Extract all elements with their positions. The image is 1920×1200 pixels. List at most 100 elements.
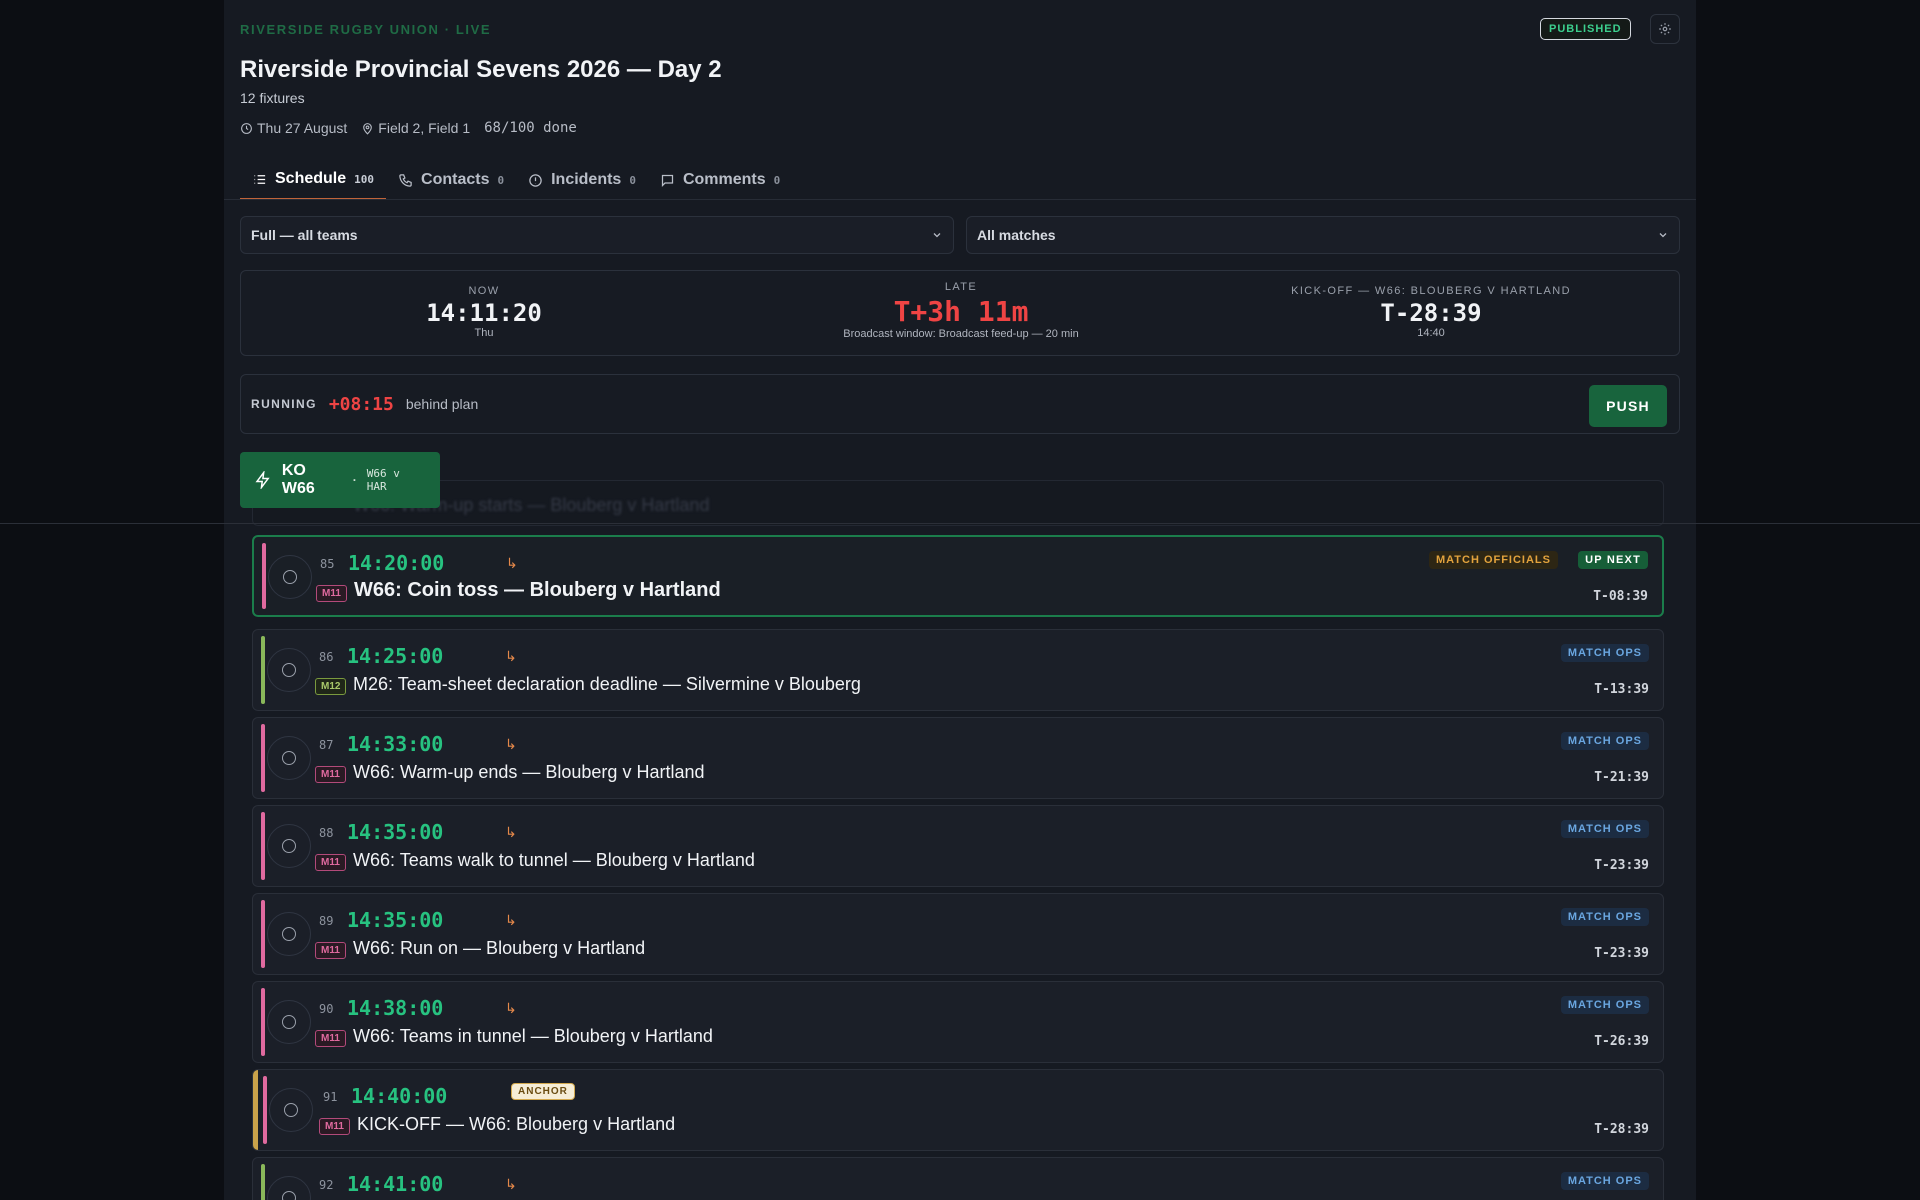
circle-icon: [282, 1191, 296, 1200]
row-label: KICK-OFF — W66: Blouberg v Hartland: [357, 1114, 676, 1134]
anchor-edge: [253, 1070, 258, 1150]
category-badge: MATCH OPS: [1560, 996, 1649, 1014]
row-number: 86: [319, 650, 334, 664]
late-value: T+3h 11m: [893, 295, 1029, 328]
schedule-row[interactable]: 85 14:20:00 ↳ M11 W66: Coin toss — Bloub…: [252, 535, 1664, 617]
tab-count: 0: [773, 173, 781, 187]
kickoff-shortcut-sub: W66 v HAR: [366, 467, 400, 493]
row-number: 88: [319, 826, 334, 840]
settings-button[interactable]: [1650, 14, 1680, 44]
kickoff-shortcut-label: KO W66: [281, 462, 315, 497]
tab-contacts[interactable]: Contacts 0: [386, 160, 516, 200]
complete-toggle[interactable]: [267, 1000, 311, 1044]
row-countdown: T-23:39: [1594, 946, 1649, 961]
category-badge: MATCH OPS: [1560, 732, 1649, 750]
tab-bar: Schedule 100 Contacts 0 Incidents 0 Comm…: [240, 160, 792, 200]
gear-icon: [1659, 23, 1671, 35]
tab-count: 0: [629, 173, 636, 187]
schedule-row[interactable]: 88 14:35:00 ↳ M11 W66: Teams walk to tun…: [252, 805, 1664, 887]
complete-toggle[interactable]: [267, 648, 311, 692]
view-select[interactable]: Full — all teams: [240, 216, 954, 254]
schedule-row[interactable]: 89 14:35:00 ↳ M11 W66: Run on — Blouberg…: [252, 893, 1664, 975]
category-badge: MATCH OFFICIALS: [1428, 551, 1558, 569]
dependency-arrow-icon: ↳: [505, 736, 517, 752]
schedule-row[interactable]: 91 14:40:00 ANCHOR M11 KICK-OFF — W66: B…: [252, 1069, 1664, 1151]
schedule-row[interactable]: 90 14:38:00 ↳ M11 W66: Teams in tunnel —…: [252, 981, 1664, 1063]
row-time: 14:38:00: [347, 996, 444, 1020]
tab-comments[interactable]: Comments 0: [648, 160, 792, 200]
match-color-bar: [263, 1076, 267, 1144]
running-note: behind plan: [405, 396, 479, 412]
tab-incidents[interactable]: Incidents 0: [516, 160, 648, 200]
kickoff-value: T-28:39: [1380, 299, 1482, 327]
complete-toggle[interactable]: [267, 824, 311, 868]
category-badge: MATCH OPS: [1560, 908, 1649, 926]
match-color-bar: [261, 988, 265, 1056]
schedule-row[interactable]: 87 14:33:00 ↳ M11 W66: Warm-up ends — Bl…: [252, 717, 1664, 799]
scrolled-row-ghost: W66: Warm-up starts — Blouberg v Hartlan…: [252, 480, 1664, 526]
circle-icon: [282, 751, 296, 765]
now-label: NOW: [468, 285, 500, 297]
complete-toggle[interactable]: [267, 912, 311, 956]
match-tag: M11: [319, 1118, 350, 1135]
phone-icon: [399, 173, 412, 187]
row-time: 14:40:00: [351, 1084, 448, 1108]
row-label: W66: Warm-up ends — Blouberg v Hartland: [353, 762, 705, 782]
event-venue: Field 2, Field 1: [378, 120, 471, 136]
row-time: 14:41:00: [347, 1172, 444, 1196]
circle-icon: [284, 1103, 298, 1117]
match-color-bar: [261, 812, 265, 880]
tab-label: Incidents: [551, 171, 622, 188]
venue-meta: Field 2, Field 1: [361, 120, 470, 136]
event-date: Thu 27 August: [257, 120, 348, 136]
row-number: 91: [323, 1090, 338, 1104]
match-tag: M11: [315, 766, 346, 783]
kickoff-shortcut-button[interactable]: KO W66 · W66 v HAR: [240, 452, 440, 508]
complete-toggle[interactable]: [269, 1088, 313, 1132]
tab-label: Comments: [682, 171, 766, 188]
row-countdown: T-26:39: [1594, 1034, 1649, 1049]
circle-icon: [282, 839, 296, 853]
tab-count: 0: [497, 173, 505, 187]
row-countdown: T-21:39: [1594, 770, 1649, 785]
circle-icon: [282, 927, 296, 941]
alert-icon: [529, 173, 542, 187]
dependency-arrow-icon: ↳: [505, 824, 517, 840]
scroll-divider: [0, 523, 1920, 524]
row-countdown: T-08:39: [1593, 589, 1648, 604]
map-pin-icon: [363, 122, 373, 135]
row-number: 90: [319, 1002, 334, 1016]
running-delta: +08:15: [328, 393, 394, 415]
push-button[interactable]: PUSH: [1589, 385, 1667, 427]
lightning-icon: [255, 471, 270, 489]
dependency-arrow-icon: ↳: [505, 1000, 517, 1016]
match-color-bar: [261, 900, 265, 968]
dependency-arrow-icon: ↳: [505, 1176, 517, 1192]
running-label: RUNNING: [251, 397, 317, 411]
row-label: M26: Team-sheet declaration deadline — S…: [353, 674, 861, 694]
row-countdown: T-28:39: [1594, 1122, 1649, 1137]
page-title: Riverside Provincial Sevens 2026 — Day 2: [240, 56, 722, 83]
schedule-row[interactable]: 92 14:41:00 ↳ MATCH OPS: [252, 1157, 1664, 1200]
match-color-bar: [261, 636, 265, 704]
row-time: 14:33:00: [347, 732, 444, 756]
circle-icon: [282, 1015, 296, 1029]
row-label: W66: Coin toss — Blouberg v Hartland: [354, 579, 721, 601]
match-tag: M11: [315, 1030, 346, 1047]
tab-schedule[interactable]: Schedule 100: [240, 160, 387, 200]
broadcast-note: Broadcast window: Broadcast feed-up — 20…: [843, 328, 1079, 340]
category-badge: MATCH OPS: [1560, 644, 1649, 662]
complete-toggle[interactable]: [268, 555, 312, 599]
row-label: W66: Teams in tunnel — Blouberg v Hartla…: [353, 1026, 713, 1046]
comment-icon: [661, 174, 674, 187]
now-clock: NOW 14:11:20 Thu: [401, 283, 567, 339]
tab-count: 100: [354, 172, 375, 186]
match-filter-select[interactable]: All matches: [966, 216, 1680, 254]
row-time: 14:20:00: [348, 551, 445, 575]
complete-toggle[interactable]: [267, 736, 311, 780]
match-tag: M12: [315, 678, 347, 695]
match-tag: M11: [315, 854, 346, 871]
match-filter-value: All matches: [977, 227, 1056, 243]
schedule-row[interactable]: 86 14:25:00 ↳ M12 M26: Team-sheet declar…: [252, 629, 1664, 711]
complete-toggle[interactable]: [267, 1176, 311, 1200]
